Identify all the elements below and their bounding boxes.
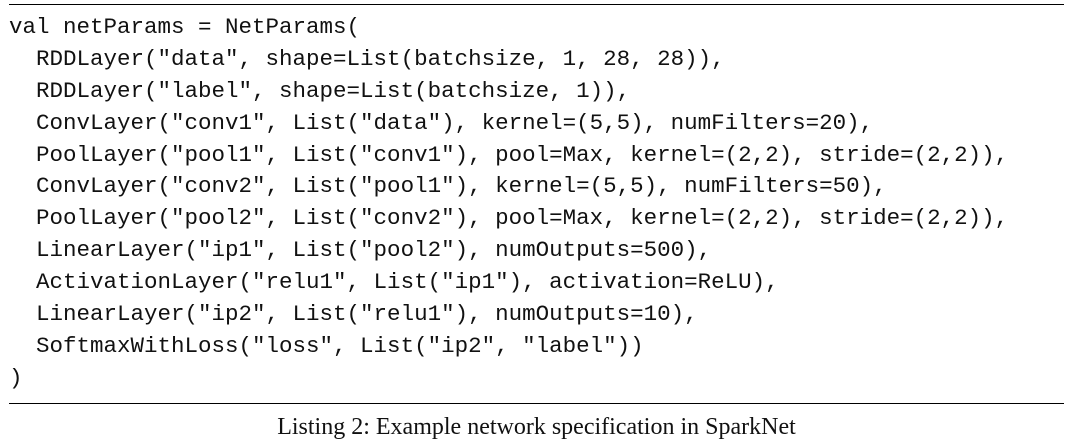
code-line: RDDLayer("data", shape=List(batchsize, 1…: [9, 45, 725, 72]
code-line: LinearLayer("ip2", List("relu1"), numOut…: [9, 301, 698, 328]
listing-bottom-rule: [9, 403, 1064, 404]
code-line: val netParams = NetParams(: [9, 14, 361, 40]
code-line: ActivationLayer("relu1", List("ip1"), ac…: [9, 269, 779, 296]
code-line: LinearLayer("ip1", List("pool2"), numOut…: [9, 237, 712, 264]
code-line: ): [9, 364, 23, 391]
code-listing: val netParams = NetParams( RDDLayer("dat…: [9, 12, 1008, 395]
code-line: ConvLayer("conv1", List("data"), kernel=…: [9, 109, 874, 136]
code-line: RDDLayer("label", shape=List(batchsize, …: [9, 77, 631, 104]
listing-caption: Listing 2: Example network specification…: [277, 414, 796, 440]
code-line: PoolLayer("pool2", List("conv2"), pool=M…: [9, 205, 1009, 232]
code-line: PoolLayer("pool1", List("conv1"), pool=M…: [9, 141, 1009, 168]
listing-top-rule: [9, 4, 1064, 5]
code-line: ConvLayer("conv2", List("pool1"), kernel…: [9, 173, 887, 200]
code-line: SoftmaxWithLoss("loss", List("ip2", "lab…: [9, 332, 644, 359]
